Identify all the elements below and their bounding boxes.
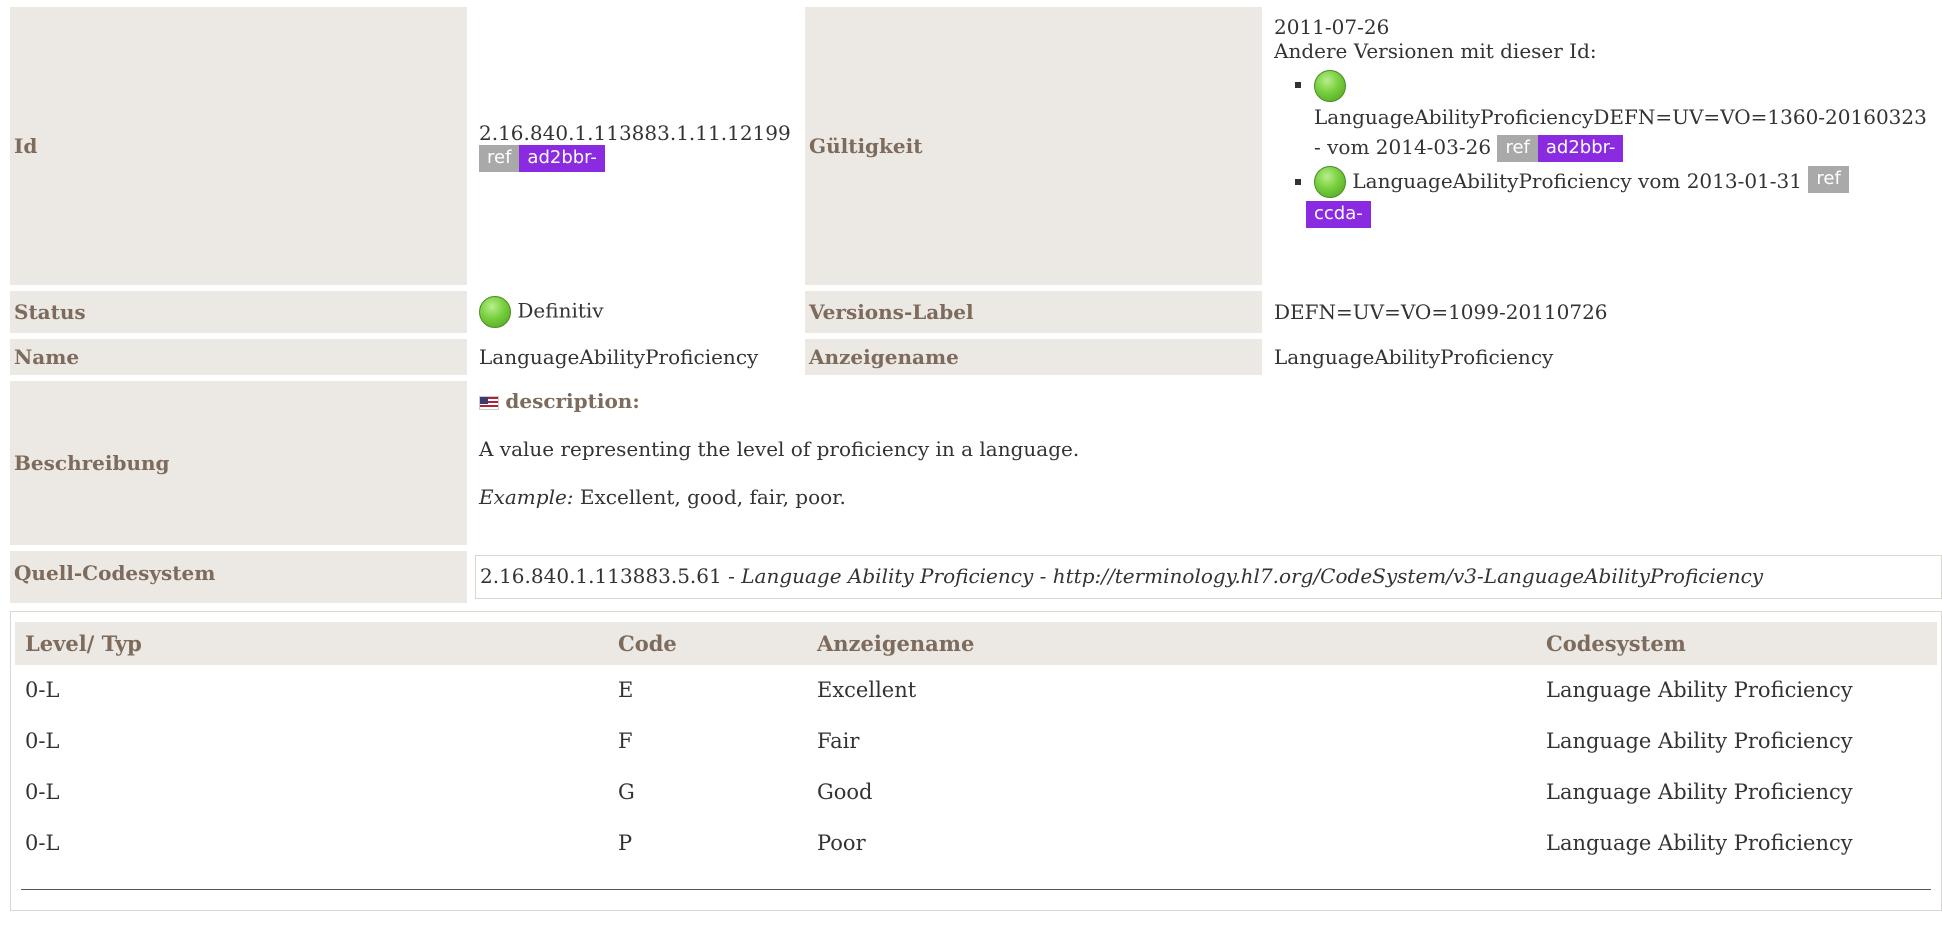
source-oid: 2.16.840.1.113883.5.61: [480, 564, 722, 588]
row-codesystem: Language Ability Proficiency: [1546, 780, 1853, 804]
other-versions-label: Andere Versionen mit dieser Id:: [1274, 39, 1597, 63]
table-row: 0-L P Poor Language Ability Proficiency: [15, 818, 1937, 869]
example-text: Excellent, good, fair, poor.: [573, 485, 846, 509]
example: Example: Excellent, good, fair, poor.: [479, 485, 1938, 509]
status-final-icon: [1314, 166, 1346, 198]
column-header-code: Code: [608, 622, 807, 665]
description-heading: description:: [505, 389, 640, 413]
source-name: Language Ability Proficiency: [741, 564, 1034, 588]
row-code: G: [618, 780, 635, 804]
row-display-name: Excellent: [817, 678, 917, 702]
description-text: A value representing the level of profic…: [479, 437, 1080, 461]
status-final-icon: [1314, 69, 1346, 102]
prefix-badge: ccda-: [1306, 201, 1371, 228]
divider: [21, 889, 1931, 910]
description-cell: description: A value representing the le…: [475, 381, 1942, 545]
validity-cell: 2011-07-26 Andere Versionen mit dieser I…: [1270, 7, 1942, 285]
prefix-badge: ad2bbr-: [1537, 134, 1624, 162]
row-code: P: [618, 831, 633, 855]
row-level: 0-L: [25, 678, 60, 702]
id-value: 2.16.840.1.113883.1.11.12199: [479, 120, 791, 145]
row-codesystem: Language Ability Proficiency: [1546, 729, 1853, 753]
version-link[interactable]: LanguageAbilityProficiencyDEFN=UV=VO=136…: [1314, 105, 1927, 129]
source-codesystem-label: Quell-Codesystem: [10, 551, 467, 603]
version-item: LanguageAbilityProficiencyDEFN=UV=VO=136…: [1314, 69, 1938, 162]
validity-date: 2011-07-26: [1274, 15, 1390, 39]
row-display-name: Good: [817, 780, 873, 804]
prefix-badge: ad2bbr-: [519, 144, 605, 172]
row-display-name: Poor: [817, 831, 866, 855]
version-date: - vom 2014-03-26: [1314, 134, 1492, 159]
row-codesystem: Language Ability Proficiency: [1546, 831, 1853, 855]
row-code: F: [618, 729, 633, 753]
us-flag-icon: [479, 395, 499, 410]
ref-badge: ref: [1497, 134, 1538, 162]
other-versions-list: LanguageAbilityProficiencyDEFN=UV=VO=136…: [1274, 69, 1938, 228]
validity-label: Gültigkeit: [805, 7, 1262, 285]
display-name-value: LanguageAbilityProficiency: [1274, 345, 1554, 369]
version-link[interactable]: LanguageAbilityProficiency vom 2013-01-3…: [1352, 169, 1802, 193]
table-row: 0-L G Good Language Ability Proficiency: [15, 767, 1937, 818]
description-label: Beschreibung: [10, 381, 467, 545]
version-item: LanguageAbilityProficiency vom 2013-01-3…: [1306, 165, 1938, 228]
example-label: Example:: [479, 485, 574, 509]
ref-badge: ref: [1808, 165, 1849, 193]
ref-badge: ref: [479, 144, 520, 172]
version-label-label: Versions-Label: [805, 291, 1262, 333]
concept-table: Level/ Typ Code Anzeigename Codesystem 0…: [15, 622, 1937, 869]
row-codesystem: Language Ability Proficiency: [1546, 678, 1853, 702]
table-row: 0-L E Excellent Language Ability Profici…: [15, 665, 1937, 716]
id-cell: 2.16.840.1.113883.1.11.12199 ref ad2bbr-: [475, 7, 805, 285]
row-level: 0-L: [25, 780, 60, 804]
status-label: Status: [10, 291, 467, 333]
display-name-label: Anzeigename: [805, 339, 1262, 375]
row-level: 0-L: [25, 831, 60, 855]
metadata-table: Id 2.16.840.1.113883.1.11.12199 ref ad2bb…: [10, 1, 1942, 609]
column-header-codesystem: Codesystem: [1536, 622, 1937, 665]
name-label: Name: [10, 339, 467, 375]
column-header-display-name: Anzeigename: [807, 622, 1536, 665]
version-label-value: DEFN=UV=VO=1099-20110726: [1274, 300, 1608, 324]
table-row: 0-L F Fair Language Ability Proficiency: [15, 716, 1937, 767]
name-value: LanguageAbilityProficiency: [479, 345, 759, 369]
concept-list: Level/ Typ Code Anzeigename Codesystem 0…: [10, 611, 1942, 911]
source-codesystem-cell: 2.16.840.1.113883.5.61 - Language Abilit…: [475, 551, 1942, 603]
row-level: 0-L: [25, 729, 60, 753]
status-final-icon: [479, 296, 511, 328]
row-display-name: Fair: [817, 729, 860, 753]
status-cell: Definitiv: [475, 291, 805, 333]
id-label: Id: [10, 7, 467, 285]
source-uri[interactable]: http://terminology.hl7.org/CodeSystem/v3…: [1053, 564, 1763, 588]
column-header-level: Level/ Typ: [15, 622, 608, 665]
valueset-page: Id 2.16.840.1.113883.1.11.12199 ref ad2bb…: [10, 0, 1942, 911]
status-value: Definitiv: [517, 298, 604, 323]
row-code: E: [618, 678, 634, 702]
